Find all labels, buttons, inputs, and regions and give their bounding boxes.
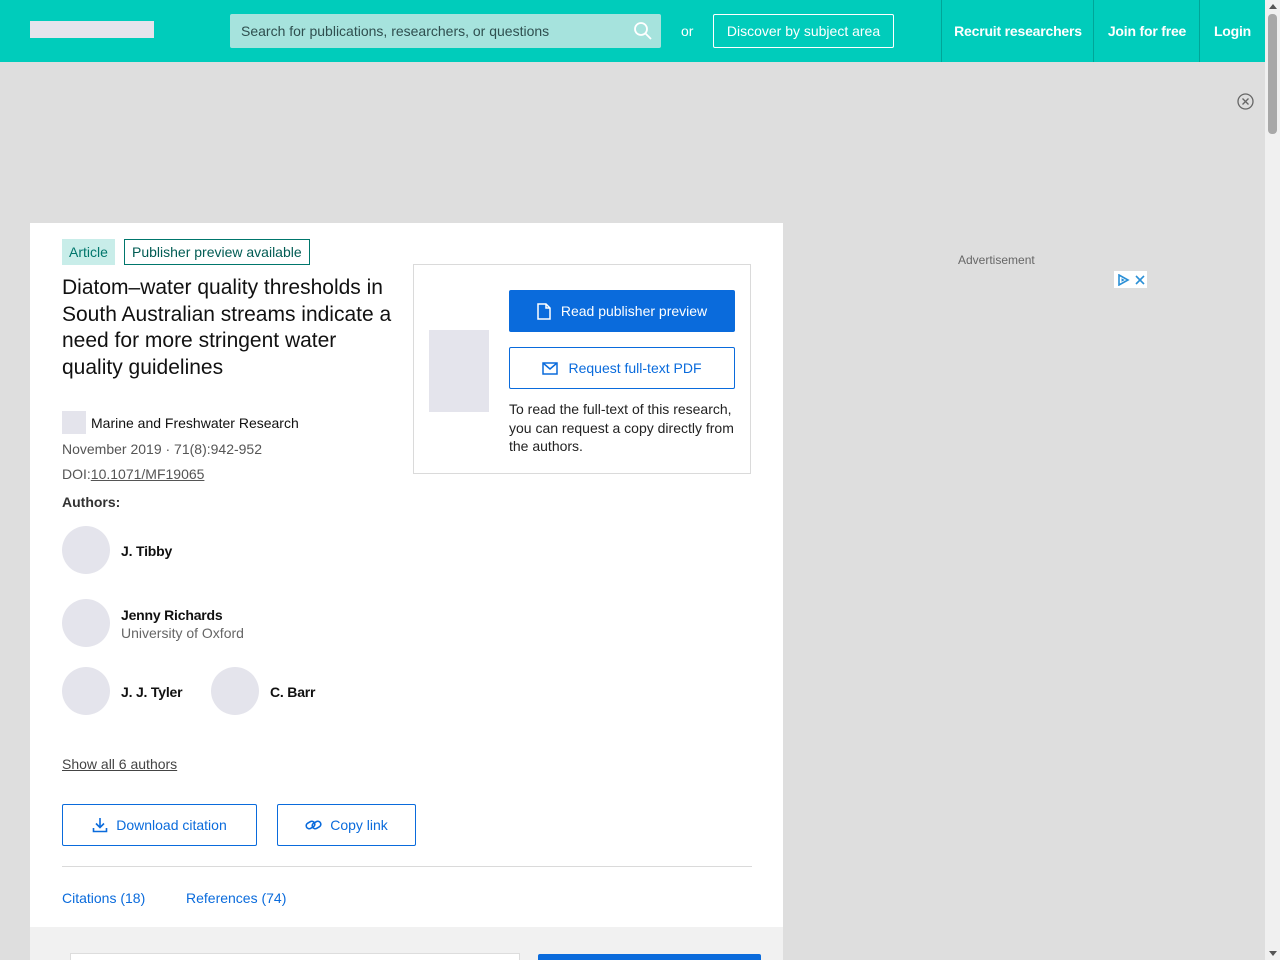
doi-link[interactable]: 10.1071/MF19065 bbox=[91, 466, 205, 482]
scroll-up-arrow-icon[interactable] bbox=[1269, 4, 1277, 9]
tab-citations[interactable]: Citations (18) bbox=[62, 890, 145, 906]
scroll-down-arrow-icon[interactable] bbox=[1269, 951, 1277, 956]
author-avatar[interactable] bbox=[62, 526, 110, 574]
publication-date: November 2019 · 71(8):942-952 bbox=[62, 441, 263, 457]
download-icon bbox=[92, 818, 108, 833]
copy-link-label: Copy link bbox=[330, 817, 388, 833]
search-bar bbox=[230, 14, 661, 48]
author-name[interactable]: J. J. Tyler bbox=[121, 684, 183, 700]
content-section-action-button[interactable] bbox=[538, 954, 761, 960]
advertisement-label: Advertisement bbox=[958, 253, 1035, 267]
read-publisher-preview-label: Read publisher preview bbox=[560, 303, 708, 319]
search-input[interactable] bbox=[230, 14, 625, 48]
author-avatar[interactable] bbox=[211, 667, 259, 715]
request-full-text-label: Request full-text PDF bbox=[568, 360, 702, 376]
author-affiliation: University of Oxford bbox=[121, 625, 244, 641]
journal-logo bbox=[62, 411, 86, 434]
authors-heading: Authors: bbox=[62, 494, 121, 510]
author-name[interactable]: C. Barr bbox=[270, 684, 315, 700]
close-ad-icon[interactable] bbox=[1237, 93, 1254, 110]
doi-line: DOI:10.1071/MF19065 bbox=[62, 466, 204, 482]
article-title: Diatom–water quality thresholds in South… bbox=[62, 276, 392, 379]
copy-link-button[interactable]: Copy link bbox=[277, 804, 416, 846]
article-card: Article Publisher preview available Diat… bbox=[30, 223, 783, 960]
author-avatar[interactable] bbox=[62, 667, 110, 715]
author-name[interactable]: Jenny Richards bbox=[121, 607, 223, 623]
read-publisher-preview-button[interactable]: Read publisher preview bbox=[509, 290, 735, 332]
top-navigation-bar: or Discover by subject area Recruit rese… bbox=[0, 0, 1265, 62]
full-text-access-panel: Read publisher preview Request full-text… bbox=[413, 264, 751, 474]
article-type-badge: Article bbox=[62, 239, 115, 265]
download-citation-button[interactable]: Download citation bbox=[62, 804, 257, 846]
download-citation-label: Download citation bbox=[116, 817, 227, 833]
show-all-authors-link[interactable]: Show all 6 authors bbox=[62, 756, 177, 772]
author-avatar[interactable] bbox=[62, 599, 110, 647]
site-logo[interactable] bbox=[30, 21, 154, 38]
request-full-text-button[interactable]: Request full-text PDF bbox=[509, 347, 735, 389]
login-link[interactable]: Login bbox=[1199, 0, 1265, 62]
content-section-panel bbox=[70, 953, 520, 960]
tab-references[interactable]: References (74) bbox=[186, 890, 286, 906]
publication-preview-thumbnail[interactable] bbox=[429, 330, 489, 412]
search-icon[interactable] bbox=[633, 21, 653, 41]
preview-available-badge: Publisher preview available bbox=[124, 239, 310, 265]
section-divider bbox=[62, 866, 752, 867]
envelope-icon bbox=[542, 361, 559, 375]
recruit-researchers-link[interactable]: Recruit researchers bbox=[941, 0, 1094, 62]
discover-subject-button[interactable]: Discover by subject area bbox=[713, 14, 894, 48]
ad-close-icon[interactable] bbox=[1134, 274, 1145, 285]
doi-label: DOI: bbox=[62, 466, 91, 482]
scrollbar-thumb[interactable] bbox=[1268, 14, 1277, 134]
link-icon bbox=[305, 820, 322, 830]
author-name[interactable]: J. Tibby bbox=[121, 543, 172, 559]
access-note: To read the full-text of this research, … bbox=[509, 401, 734, 454]
or-separator: or bbox=[681, 23, 694, 39]
ad-choices-icon[interactable] bbox=[1117, 273, 1130, 286]
page-scrollbar[interactable] bbox=[1265, 0, 1280, 960]
document-icon bbox=[537, 302, 551, 320]
join-for-free-link[interactable]: Join for free bbox=[1093, 0, 1200, 62]
ad-choices-badge[interactable] bbox=[1114, 271, 1147, 288]
journal-name[interactable]: Marine and Freshwater Research bbox=[91, 415, 299, 431]
